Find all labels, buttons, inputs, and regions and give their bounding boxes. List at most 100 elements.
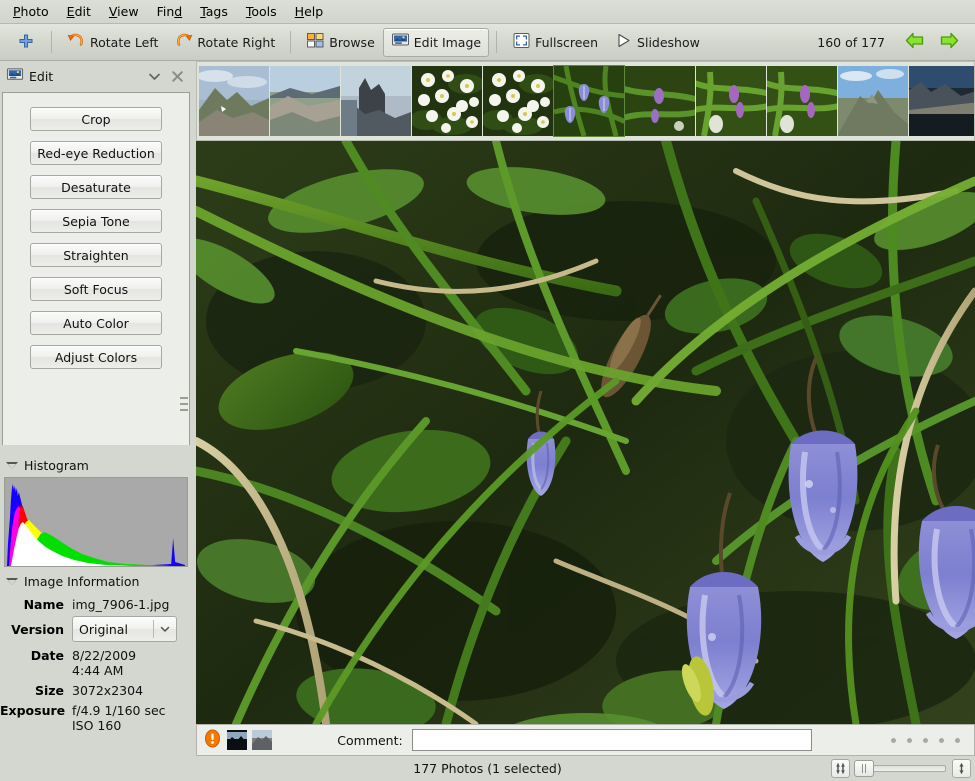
- import-button[interactable]: [8, 28, 44, 57]
- rating-dot-5[interactable]: [955, 738, 960, 743]
- menu-find[interactable]: Find: [148, 1, 192, 23]
- filmstrip-thumbnail[interactable]: [909, 66, 975, 136]
- warning-icon[interactable]: [203, 729, 222, 751]
- rotate-left-button[interactable]: Rotate Left: [59, 28, 166, 57]
- filmstrip[interactable]: [196, 61, 975, 141]
- rotate-right-button[interactable]: Rotate Right: [166, 28, 283, 57]
- info-key-version: Version: [0, 622, 72, 637]
- menu-tags[interactable]: Tags: [191, 1, 237, 23]
- sidebar-splitter[interactable]: [0, 445, 192, 455]
- menu-help[interactable]: Help: [286, 1, 333, 23]
- info-value-exposure: f/4.9 1/160 sec ISO 160: [72, 703, 186, 733]
- browse-label: Browse: [329, 35, 375, 50]
- triangle-down-icon: [6, 462, 18, 469]
- filmstrip-thumbnail[interactable]: [270, 66, 340, 136]
- comment-thumb-2[interactable]: [252, 730, 272, 750]
- rating-dot-1[interactable]: [891, 738, 896, 743]
- desaturate-button[interactable]: Desaturate: [30, 175, 162, 199]
- play-triangle-icon: [614, 31, 633, 53]
- filmstrip-thumbnail[interactable]: [838, 66, 908, 136]
- previous-photo-button[interactable]: [897, 28, 932, 57]
- edit-tools-pane: Crop Red-eye Reduction Desaturate Sepia …: [2, 92, 190, 445]
- rating-dots[interactable]: [877, 738, 968, 743]
- white-flowers-1-icon: [412, 66, 482, 136]
- image-information-expander[interactable]: Image Information: [0, 571, 192, 591]
- rating-dot-4[interactable]: [939, 738, 944, 743]
- filmstrip-thumbnail[interactable]: [625, 66, 695, 136]
- menu-view[interactable]: View: [100, 1, 148, 23]
- panel-close-button[interactable]: [168, 68, 186, 86]
- chevron-down-icon: [154, 617, 176, 641]
- filmstrip-thumbnail[interactable]: [554, 66, 624, 136]
- comment-input[interactable]: [412, 729, 812, 751]
- info-value-date: 8/22/2009 4:44 AM: [72, 648, 186, 678]
- dark-ridge-icon: [909, 66, 975, 136]
- arrow-right-icon: [939, 30, 960, 54]
- histogram-title: Histogram: [24, 458, 89, 473]
- panel-collapse-button[interactable]: [145, 68, 163, 86]
- histogram-expander[interactable]: Histogram: [0, 455, 192, 475]
- sepia-tone-button[interactable]: Sepia Tone: [30, 209, 162, 233]
- auto-color-button[interactable]: Auto Color: [30, 311, 162, 335]
- comment-thumb-1[interactable]: [227, 730, 247, 750]
- version-combobox-value: Original: [73, 617, 153, 641]
- zoom-slider-track: [862, 765, 946, 772]
- zoom-full-button[interactable]: [952, 759, 971, 778]
- straighten-button[interactable]: Straighten: [30, 243, 162, 267]
- browse-tab[interactable]: Browse: [298, 28, 383, 57]
- version-combobox[interactable]: Original: [72, 616, 177, 642]
- rotate-left-label: Rotate Left: [90, 35, 158, 50]
- zoom-fit-button[interactable]: [831, 759, 850, 778]
- histogram-widget: [4, 477, 188, 567]
- menubar: PPhotohoto Edit View Find Tags Tools Hel…: [0, 0, 975, 24]
- rating-dot-2[interactable]: [907, 738, 912, 743]
- main-photo-view[interactable]: [196, 141, 975, 724]
- filmstrip-thumbnail[interactable]: [483, 66, 553, 136]
- info-value-size: 3072x2304: [72, 683, 186, 698]
- rocky-ridge-sea-icon: [270, 66, 340, 136]
- status-text: 177 Photos (1 selected): [0, 761, 975, 776]
- adjust-colors-button[interactable]: Adjust Colors: [30, 345, 162, 369]
- filmstrip-thumbnail[interactable]: [199, 66, 269, 136]
- edit-image-tab[interactable]: Edit Image: [383, 28, 489, 57]
- statusbar: 177 Photos (1 selected): [0, 756, 975, 781]
- edit-image-icon: [6, 66, 24, 87]
- info-value-name: img_7906-1.jpg: [72, 597, 186, 612]
- menu-photo[interactable]: PPhotohoto: [4, 1, 58, 23]
- image-information-table: Name img_7906-1.jpg Version Original: [0, 597, 192, 736]
- menu-edit[interactable]: Edit: [58, 1, 100, 23]
- soft-focus-button[interactable]: Soft Focus: [30, 277, 162, 301]
- menu-tools[interactable]: Tools: [237, 1, 286, 23]
- filmstrip-thumbnail[interactable]: [767, 66, 837, 136]
- info-row-version: Version Original: [0, 616, 186, 642]
- toolbar-separator-3: [496, 31, 497, 53]
- rotate-right-label: Rotate Right: [197, 35, 275, 50]
- info-row-size: Size 3072x2304: [0, 683, 186, 698]
- crop-button[interactable]: Crop: [30, 107, 162, 131]
- bluebells-grass-2-icon: [696, 66, 766, 136]
- info-key-size: Size: [0, 683, 72, 698]
- next-photo-button[interactable]: [932, 28, 967, 57]
- fit-to-window-icon: [834, 762, 847, 775]
- filmstrip-thumbnail[interactable]: [412, 66, 482, 136]
- zoom-slider[interactable]: [854, 759, 948, 778]
- zoom-slider-handle[interactable]: [854, 760, 874, 777]
- edit-image-label: Edit Image: [414, 35, 481, 50]
- comment-label: Comment:: [337, 733, 406, 748]
- main-toolbar: Rotate Left Rotate Right: [0, 24, 975, 61]
- filmstrip-thumbnail[interactable]: [696, 66, 766, 136]
- fullscreen-icon: [512, 31, 531, 53]
- edit-tools-list: Crop Red-eye Reduction Desaturate Sepia …: [3, 93, 189, 369]
- slideshow-button[interactable]: Slideshow: [606, 28, 708, 57]
- filmstrip-thumbnail[interactable]: [341, 66, 411, 136]
- rating-dot-3[interactable]: [923, 738, 928, 743]
- red-eye-reduction-button[interactable]: Red-eye Reduction: [30, 141, 162, 165]
- bluebells-grass-1-icon: [625, 66, 695, 136]
- rotate-left-icon: [67, 31, 86, 53]
- toolbar-separator-1: [51, 31, 52, 53]
- fullscreen-button[interactable]: Fullscreen: [504, 28, 606, 57]
- fspot-window: PPhotohoto Edit View Find Tags Tools Hel…: [0, 0, 975, 781]
- rotate-right-icon: [174, 31, 193, 53]
- info-row-date: Date 8/22/2009 4:44 AM: [0, 648, 186, 678]
- edit-image-icon: [391, 31, 410, 53]
